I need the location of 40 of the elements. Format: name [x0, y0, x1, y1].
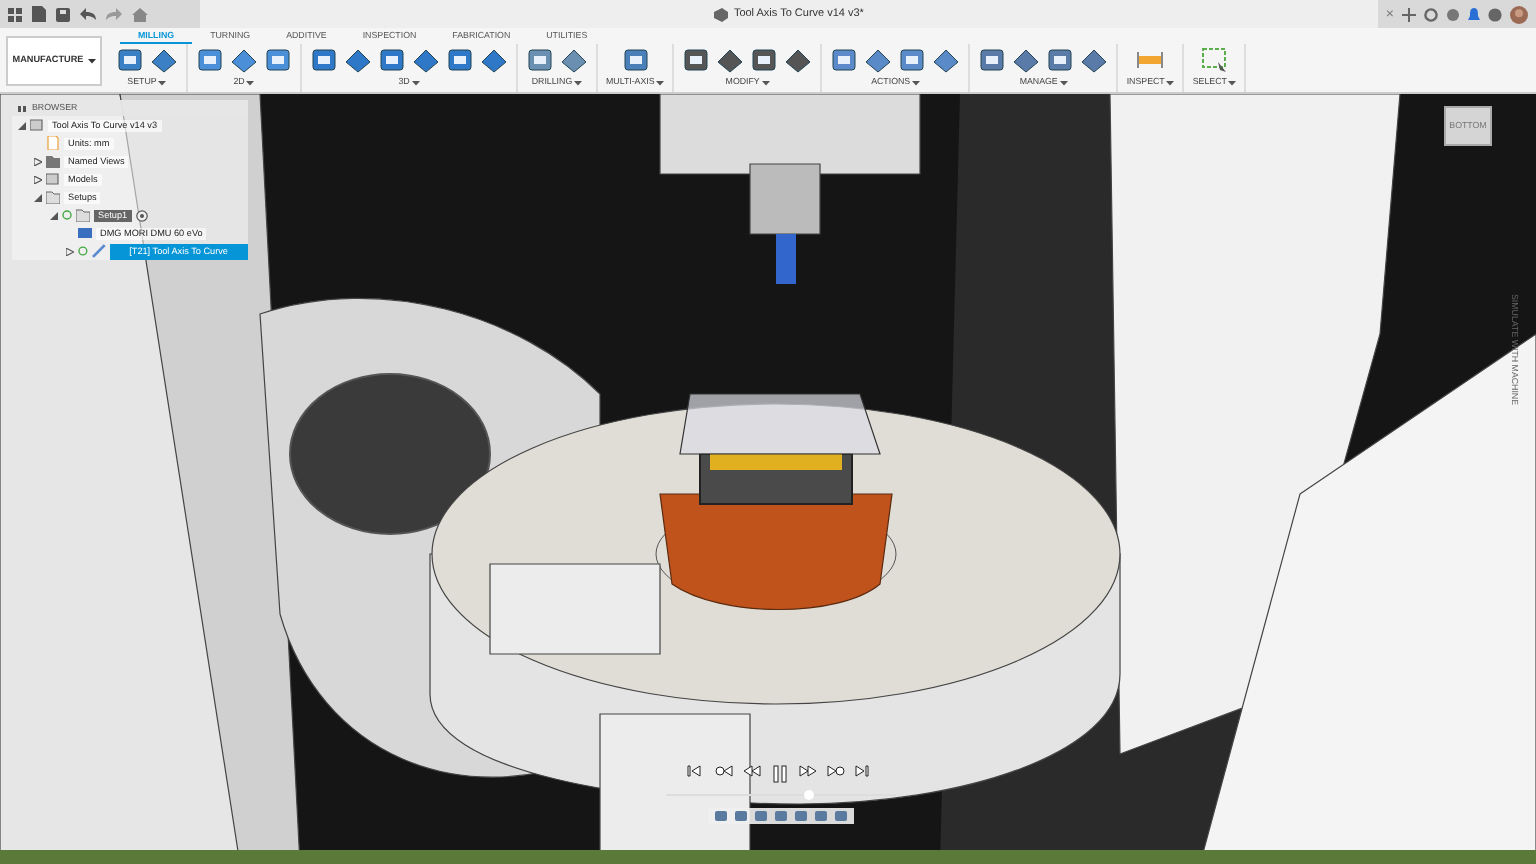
grid-menu-icon[interactable] — [8, 7, 22, 21]
save-icon[interactable] — [56, 7, 70, 21]
caret-icon[interactable] — [656, 79, 665, 85]
expand-arrow-icon[interactable] — [34, 157, 42, 165]
toolpath-icon — [91, 244, 106, 258]
caret-icon[interactable] — [1059, 79, 1068, 85]
caret-icon[interactable] — [912, 79, 921, 85]
caret-icon[interactable] — [574, 79, 583, 85]
check-circle-icon — [77, 246, 88, 256]
expand-arrow-icon[interactable] — [66, 247, 74, 255]
caret-icon[interactable] — [1166, 79, 1175, 85]
caret-icon[interactable] — [761, 79, 770, 85]
skip-start-icon[interactable] — [688, 766, 704, 776]
expand-arrow-icon[interactable] — [34, 175, 42, 183]
undo-icon[interactable] — [80, 8, 96, 20]
caret-icon[interactable] — [1228, 79, 1237, 85]
target-icon[interactable] — [135, 209, 148, 221]
step-forward-icon[interactable] — [828, 766, 844, 776]
collapse-arrow-icon[interactable] — [50, 211, 58, 219]
fast-forward-icon[interactable] — [800, 766, 816, 776]
slider-thumb[interactable] — [804, 790, 815, 800]
skip-end-icon[interactable] — [856, 766, 872, 776]
caret-icon[interactable] — [246, 79, 255, 85]
caret-icon[interactable] — [411, 79, 420, 85]
caret-icon[interactable] — [87, 58, 96, 64]
collapse-arrow-icon[interactable] — [34, 193, 42, 201]
avatar-icon[interactable] — [1510, 5, 1528, 23]
measure-icon[interactable] — [1136, 46, 1165, 74]
collapse-arrow-icon[interactable] — [18, 121, 26, 129]
caret-icon[interactable] — [158, 79, 167, 85]
file-icon[interactable] — [32, 6, 46, 22]
pause-icon[interactable] — [772, 766, 788, 782]
rewind-icon[interactable] — [744, 766, 760, 776]
machine-icon — [78, 226, 92, 240]
bell-icon[interactable] — [1468, 7, 1480, 21]
step-back-icon[interactable] — [716, 766, 732, 776]
selection-icon[interactable] — [1200, 46, 1229, 74]
grip-icon[interactable] — [18, 105, 26, 111]
check-circle-icon — [62, 210, 72, 220]
new-tab-icon[interactable] — [1402, 7, 1416, 21]
